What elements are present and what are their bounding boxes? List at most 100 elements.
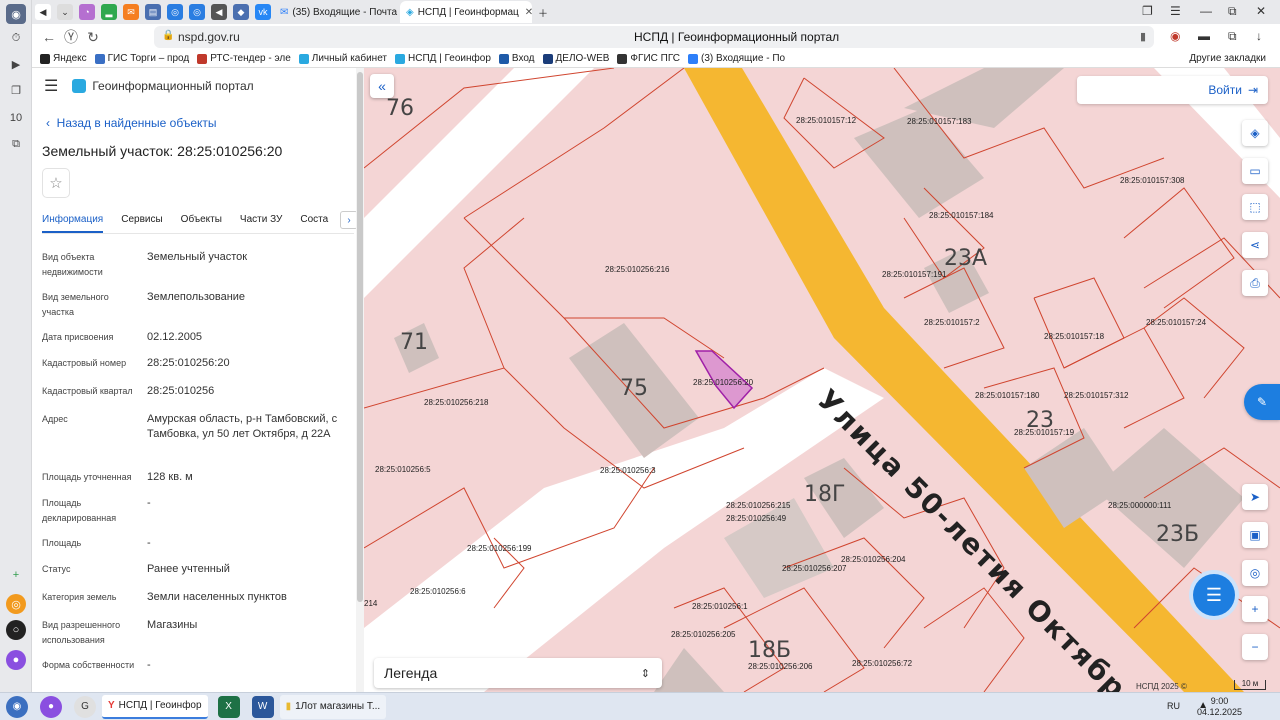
tab-information[interactable]: Информация [42, 208, 104, 233]
vk-icon[interactable]: vk [255, 4, 271, 20]
parcel-label: 28:25:010256:218 [424, 398, 489, 407]
browser-app-icon[interactable]: G [74, 695, 96, 718]
tabs-count-icon[interactable]: 10 [6, 108, 26, 128]
login-button[interactable]: Войти ⇥ [1077, 76, 1268, 104]
pinned-tab-icon[interactable]: ◎ [189, 4, 205, 20]
taskbar-window-folder[interactable]: ▮ 1Лот магазины Т... [279, 694, 387, 719]
excel-icon[interactable]: X [217, 695, 240, 718]
bookmark-item[interactable]: Вход [498, 53, 535, 64]
bookmark-favicon-icon [688, 53, 699, 64]
menu-icon[interactable]: ☰ [1170, 4, 1181, 18]
bookmark-item[interactable]: (3) Входящие - По [688, 53, 785, 64]
chat-button[interactable]: ☰ [1193, 574, 1235, 616]
extension-icon[interactable]: ▬ [1198, 29, 1210, 43]
minimize-icon[interactable]: — [1200, 4, 1212, 18]
back-arrow-icon[interactable]: ← [38, 29, 60, 45]
favorite-star-icon[interactable]: ☆ [42, 168, 70, 198]
mail-app-icon[interactable]: ◎ [6, 594, 26, 614]
collections-icon[interactable]: ❐ [6, 80, 26, 100]
portal-header: ☰ Геоинформационный портал [44, 76, 254, 96]
select-area-button[interactable]: ⬚ [1242, 194, 1268, 220]
layers-icon: ◈ [1250, 126, 1260, 140]
layers-button[interactable]: ◈ [1242, 120, 1268, 146]
close-icon[interactable]: ✕ [525, 7, 532, 18]
yandex-menu-icon[interactable]: ◉ [6, 4, 26, 24]
bookmark-icon[interactable]: ▮ [1140, 30, 1146, 43]
tab-bar: ◀ ⌄ ◔ ▂ ✉ ▤ ◎ ◎ ◀ ◆ vk ✉ (35) Входящие -… [32, 0, 1280, 24]
back-to-results-link[interactable]: ‹ Назад в найденные объекты [46, 116, 217, 130]
pinned-tab-icon[interactable]: ▂ [101, 4, 117, 20]
pinned-tab-icon[interactable]: ◎ [167, 4, 183, 20]
zoom-out-button[interactable]: − [1242, 634, 1268, 660]
expand-chevron-icon: ⇕ [640, 667, 650, 680]
download-icon[interactable]: ↓ [1256, 29, 1262, 43]
tab-objects[interactable]: Объекты [181, 208, 222, 233]
minimap-icon: ▣ [1249, 528, 1261, 542]
close-window-icon[interactable]: ✕ [1256, 4, 1266, 18]
bookmarks-manager-icon[interactable]: ❐ [1142, 4, 1153, 18]
bookmark-item[interactable]: РТС-тендер - эле [197, 53, 291, 64]
hamburger-menu-icon[interactable]: ☰ [44, 76, 58, 96]
legend-dropdown[interactable]: Легенда ⇕ [374, 658, 662, 688]
screenshot-icon[interactable]: ⧉ [6, 134, 26, 154]
house-number: 18Г [804, 482, 846, 507]
system-clock[interactable]: 9:00 04.12.2025 [1197, 696, 1242, 718]
parcel-label: 28:25:010157:183 [907, 117, 972, 126]
word-icon[interactable]: W [251, 695, 274, 718]
map-scale: 10 м [1234, 680, 1266, 690]
locate-button[interactable]: ➤ [1242, 484, 1268, 510]
tab-services[interactable]: Сервисы [121, 208, 162, 233]
tab-mail[interactable]: ✉ (35) Входящие - Почта М [274, 1, 400, 23]
add-panel-icon[interactable]: + [6, 565, 26, 585]
nspd-icon: ◈ [406, 6, 414, 18]
reload-icon[interactable]: ↻ [82, 29, 104, 46]
bookmark-item[interactable]: ГИС Торги – прод [94, 53, 189, 64]
panel-scrollbar[interactable] [356, 68, 364, 692]
measure-button[interactable]: ▭ [1242, 158, 1268, 184]
history-icon[interactable]: ⏱ [6, 28, 26, 48]
restore-icon[interactable]: ⧉ [1228, 4, 1237, 19]
bookmark-favicon-icon [498, 53, 509, 64]
extension-icon[interactable]: ⧉ [1228, 29, 1237, 44]
bookmark-item[interactable]: Личный кабинет [298, 53, 387, 64]
pinned-tab-icon[interactable]: ◀ [211, 4, 227, 20]
scrollbar-thumb[interactable] [357, 72, 363, 602]
bookmark-item[interactable]: Яндекс [40, 53, 87, 64]
feedback-button[interactable]: ✎ [1244, 384, 1280, 420]
bookmark-item[interactable]: НСПД | Геоинфор [395, 53, 491, 64]
alice-icon[interactable]: ● [40, 695, 62, 718]
language-indicator[interactable]: RU [1167, 701, 1180, 711]
extension-icon[interactable]: ◉ [1170, 29, 1180, 43]
tab-parts[interactable]: Части ЗУ [240, 208, 282, 233]
share-button[interactable]: ⋖ [1242, 232, 1268, 258]
parcel-label: 28:25:010256:207 [782, 564, 847, 573]
pinned-tab-icon[interactable]: ✉ [123, 4, 139, 20]
parcel-label: 28:25:010256:215 [726, 501, 791, 510]
url-field[interactable]: 🔒 nspd.gov.ru НСПД | Геоинформационный п… [154, 26, 1154, 48]
taskbar-window-browser[interactable]: Y НСПД | Геоинфор [102, 694, 208, 719]
cadastral-map[interactable]: 76 71 75 23А 23 18Г 23Б 18Б Улица 50-лет… [364, 68, 1280, 692]
alice-app-icon[interactable]: ○ [6, 620, 26, 640]
other-bookmarks[interactable]: Другие закладки [1189, 53, 1266, 64]
print-button[interactable]: ⎙ [1242, 270, 1268, 296]
pinned-tab-icon[interactable]: ▤ [145, 4, 161, 20]
start-icon[interactable]: ◉ [6, 695, 28, 718]
tab-composition[interactable]: Соста [300, 208, 328, 233]
pinned-tab-icon[interactable]: ◔ [79, 4, 95, 20]
zoom-in-button[interactable]: + [1242, 596, 1268, 622]
chevron-down-icon[interactable]: ⌄ [57, 4, 73, 20]
bookmark-item[interactable]: ФГИС ПГС [617, 53, 680, 64]
minimap-button[interactable]: ▣ [1242, 522, 1268, 548]
video-icon[interactable]: ▶ [6, 54, 26, 74]
building-18-block [724, 498, 834, 598]
pinned-tab-icon[interactable]: ◆ [233, 4, 249, 20]
new-tab-button[interactable]: ＋ [532, 1, 554, 23]
assistant-icon[interactable]: ● [6, 650, 26, 670]
map-canvas [364, 68, 1280, 692]
audio-icon[interactable]: ◀ [35, 4, 51, 20]
geolocation-button[interactable]: ◎ [1242, 560, 1268, 586]
yandex-icon[interactable]: Ⓨ [60, 27, 82, 47]
collapse-panel-button[interactable]: « [370, 74, 394, 98]
tab-nspd[interactable]: ◈ НСПД | Геоинформац ✕ [400, 1, 532, 23]
bookmark-item[interactable]: ДЕЛО-WEB [542, 53, 609, 64]
